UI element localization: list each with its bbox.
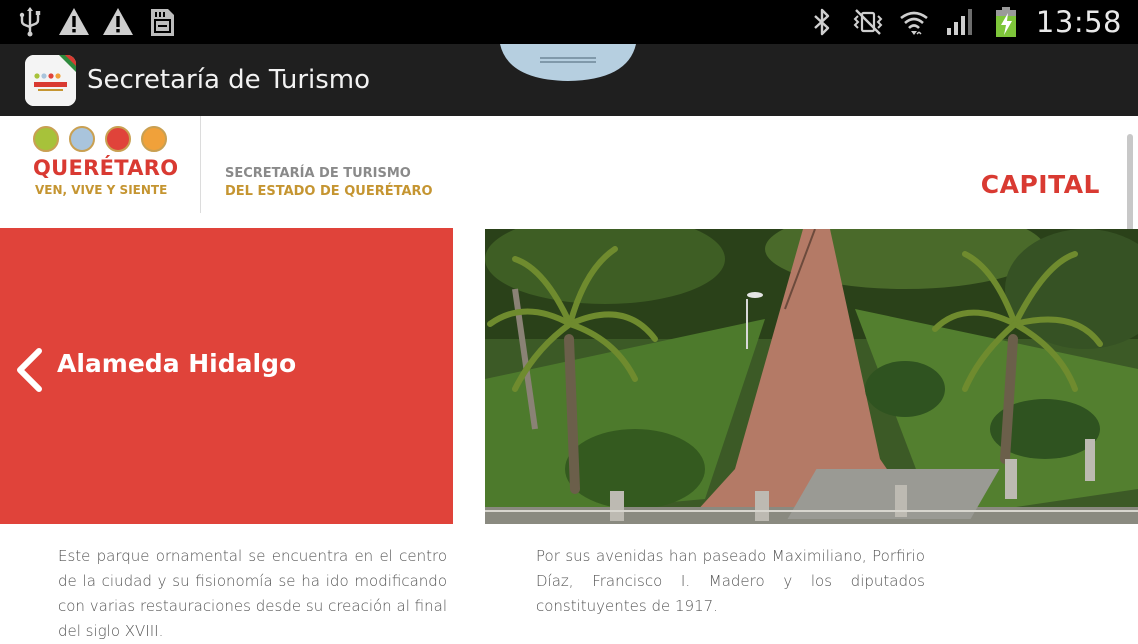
sd-card-icon — [151, 9, 174, 36]
header-divider — [200, 116, 201, 213]
system-icons: 13:58 — [806, 4, 1122, 40]
vibrate-icon — [853, 9, 883, 35]
secretaria-line-2: DEL ESTADO DE QUERÉTARO — [225, 184, 433, 199]
logo-tagline: VEN, VIVE Y SIENTE — [35, 183, 168, 197]
pull-down-handle[interactable] — [500, 44, 636, 124]
logo-dot-red — [105, 126, 131, 152]
app-title: Secretaría de Turismo — [87, 65, 371, 95]
region-label: CAPITAL — [980, 170, 1100, 199]
logo-dot-orange — [141, 126, 167, 152]
action-bar: Secretaría de Turismo — [0, 44, 1138, 116]
app-logo-icon — [25, 55, 76, 106]
park-illustration — [485, 229, 1138, 524]
usb-icon — [19, 7, 41, 37]
logo-dots — [33, 126, 167, 152]
notification-icons — [14, 4, 178, 40]
place-photo — [485, 229, 1138, 524]
clock: 13:58 — [1035, 5, 1122, 39]
status-bar: 13:58 — [0, 0, 1138, 44]
app-icon[interactable] — [25, 55, 76, 106]
warning-icon — [59, 8, 89, 35]
back-chevron-icon[interactable] — [14, 347, 44, 393]
description-paragraph-1: Este parque ornamental se encuentra en e… — [58, 547, 447, 640]
place-title: Alameda Hidalgo — [57, 349, 297, 378]
warning-icon — [103, 8, 133, 35]
wifi-icon — [900, 11, 928, 35]
bluetooth-icon — [814, 8, 830, 36]
logo-name: QUERÉTARO — [33, 156, 179, 180]
logo-dot-blue — [69, 126, 95, 152]
battery-charging-icon — [995, 7, 1016, 37]
logo-dot-green — [33, 126, 59, 152]
description-paragraph-2: Por sus avenidas han paseado Maximiliano… — [536, 547, 925, 615]
signal-icon — [946, 9, 972, 35]
place-title-panel: Alameda Hidalgo — [0, 228, 453, 524]
header-band: QUERÉTARO VEN, VIVE Y SIENTE SECRETARÍA … — [0, 116, 1138, 227]
secretaria-line-1: SECRETARÍA DE TURISMO — [225, 166, 411, 181]
